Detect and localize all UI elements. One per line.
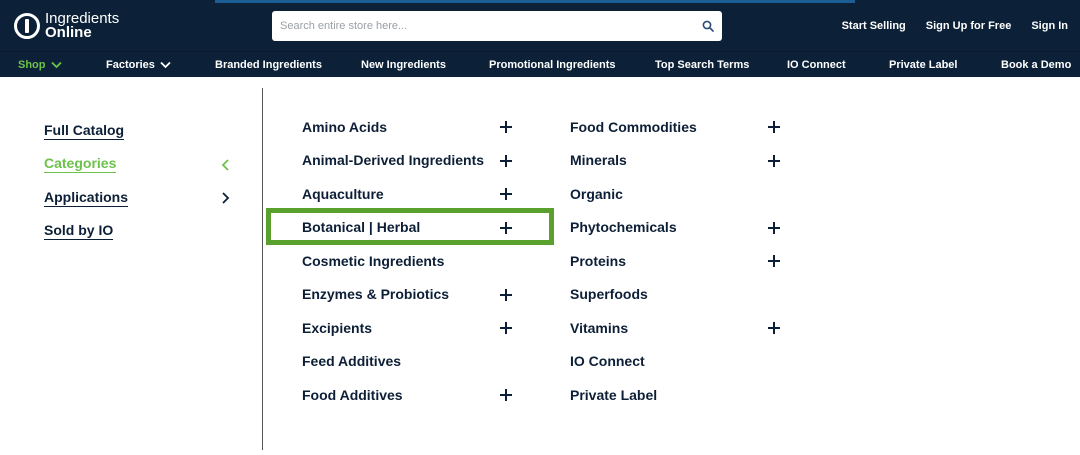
nav-promotional-ingredients[interactable]: Promotional Ingredients	[489, 52, 616, 78]
nav-new-ingredients[interactable]: New Ingredients	[361, 52, 446, 78]
category-food-commodities[interactable]: Food Commodities	[570, 110, 790, 144]
main-nav: Shop Factories Branded Ingredients New I…	[0, 51, 1080, 77]
nav-factories[interactable]: Factories	[106, 52, 171, 78]
nav-shop[interactable]: Shop	[18, 52, 62, 78]
nav-io-connect[interactable]: IO Connect	[787, 52, 846, 78]
plus-icon[interactable]	[500, 188, 512, 200]
logo-icon	[14, 13, 40, 39]
category-proteins[interactable]: Proteins	[570, 244, 790, 278]
plus-icon[interactable]	[500, 221, 512, 234]
sign-in-link[interactable]: Sign In	[1031, 20, 1068, 32]
nav-branded-ingredients[interactable]: Branded Ingredients	[215, 52, 322, 78]
shop-menu-left: Full Catalog Categories Applications Sol…	[44, 114, 234, 248]
nav-private-label[interactable]: Private Label	[889, 52, 957, 78]
search-input[interactable]	[272, 11, 692, 41]
logo-line-2: Online	[45, 24, 92, 41]
chevron-left-icon	[221, 158, 229, 171]
nav-top-search-terms[interactable]: Top Search Terms	[655, 52, 749, 78]
search-box	[272, 11, 722, 41]
plus-icon[interactable]	[500, 288, 512, 301]
plus-icon[interactable]	[768, 322, 780, 334]
category-phytochemicals[interactable]: Phytochemicals	[570, 211, 790, 245]
menu-sold-by-io[interactable]: Sold by IO	[44, 215, 234, 249]
nav-book-a-demo[interactable]: Book a Demo	[1001, 52, 1071, 78]
start-selling-link[interactable]: Start Selling	[842, 20, 906, 32]
category-food-additives[interactable]: Food Additives	[302, 378, 522, 412]
categories-column-2: Food Commodities Minerals Organic Phytoc…	[570, 110, 790, 412]
plus-icon[interactable]	[768, 154, 780, 167]
menu-full-catalog[interactable]: Full Catalog	[44, 114, 234, 148]
menu-applications[interactable]: Applications	[44, 181, 234, 215]
header-links: Start Selling Sign Up for Free Sign In	[842, 0, 1068, 51]
top-header: Ingredients Online Start Selling Sign Up…	[0, 0, 1080, 51]
category-organic[interactable]: Organic	[570, 177, 790, 211]
menu-categories[interactable]: Categories	[44, 148, 234, 182]
category-aquaculture[interactable]: Aquaculture	[302, 177, 522, 211]
category-animal-derived[interactable]: Animal-Derived Ingredients	[302, 144, 522, 178]
category-vitamins[interactable]: Vitamins	[570, 311, 790, 345]
category-excipients[interactable]: Excipients	[302, 311, 522, 345]
sign-up-link[interactable]: Sign Up for Free	[926, 20, 1012, 32]
search-icon[interactable]	[702, 20, 714, 32]
nav-shop-label: Shop	[18, 59, 46, 71]
logo[interactable]: Ingredients Online	[14, 9, 119, 43]
plus-icon[interactable]	[500, 121, 512, 133]
category-cosmetic-ingredients[interactable]: Cosmetic Ingredients	[302, 244, 522, 278]
header-accent-strip	[215, 0, 855, 3]
category-botanical-herbal[interactable]: Botanical | Herbal	[302, 211, 522, 245]
plus-icon[interactable]	[768, 255, 780, 267]
chevron-down-icon	[160, 61, 171, 69]
menu-divider	[262, 88, 263, 450]
plus-icon[interactable]	[768, 221, 780, 234]
category-superfoods[interactable]: Superfoods	[570, 278, 790, 312]
category-enzymes-probiotics[interactable]: Enzymes & Probiotics	[302, 278, 522, 312]
chevron-right-icon	[222, 192, 230, 204]
plus-icon[interactable]	[500, 389, 512, 401]
category-minerals[interactable]: Minerals	[570, 144, 790, 178]
category-private-label[interactable]: Private Label	[570, 378, 790, 412]
category-amino-acids[interactable]: Amino Acids	[302, 110, 522, 144]
plus-icon[interactable]	[500, 322, 512, 334]
nav-factories-label: Factories	[106, 59, 155, 71]
category-feed-additives[interactable]: Feed Additives	[302, 345, 522, 379]
plus-icon[interactable]	[500, 154, 512, 167]
categories-column-1: Amino Acids Animal-Derived Ingredients A…	[302, 110, 522, 412]
category-io-connect[interactable]: IO Connect	[570, 345, 790, 379]
plus-icon[interactable]	[768, 121, 780, 133]
chevron-down-icon	[50, 61, 62, 69]
